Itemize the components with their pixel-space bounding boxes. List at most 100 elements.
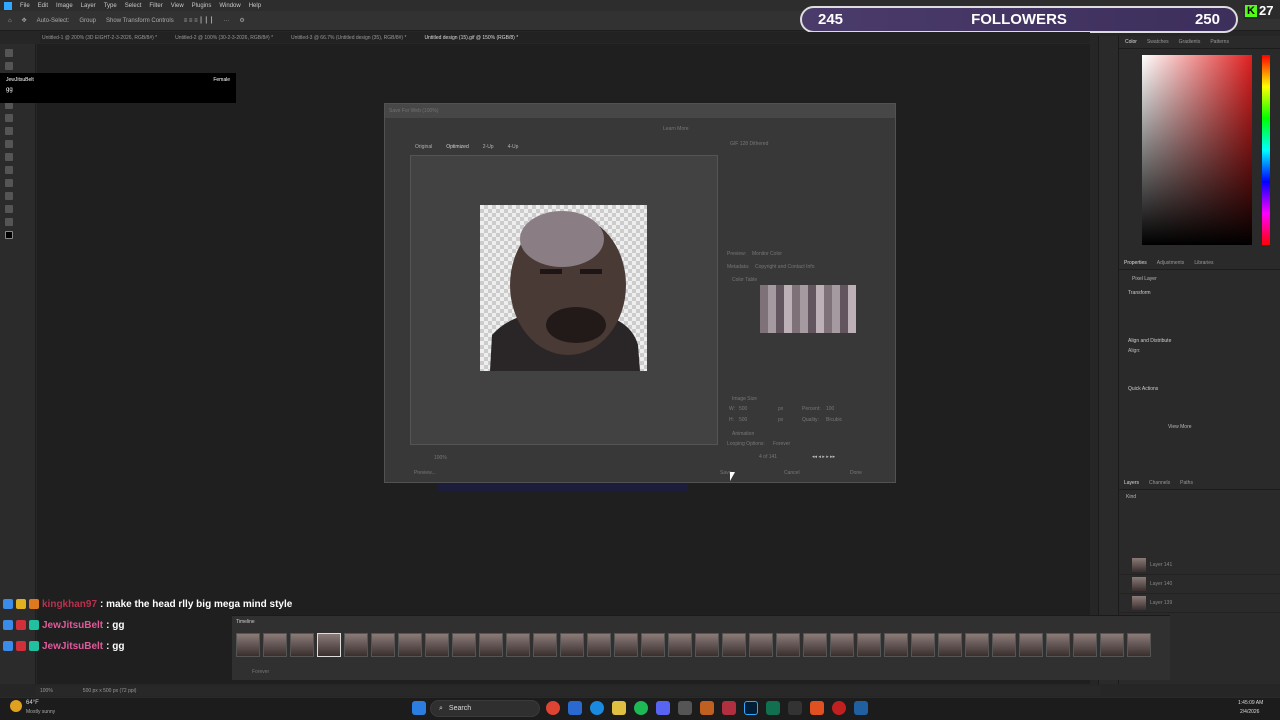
timeline-frame[interactable] bbox=[1046, 633, 1070, 657]
doc-tab[interactable]: Untitled-1 @ 200% (3D EIGHT-2-3-2026, RG… bbox=[42, 35, 157, 41]
tab-color[interactable]: Color bbox=[1125, 39, 1137, 45]
align-section[interactable]: Align and Distribute bbox=[1118, 298, 1280, 346]
eraser-tool-icon[interactable] bbox=[5, 153, 13, 161]
timeline-frame[interactable] bbox=[641, 633, 665, 657]
timeline-frame[interactable] bbox=[857, 633, 881, 657]
timeline-frame[interactable] bbox=[776, 633, 800, 657]
timeline-frame[interactable] bbox=[1073, 633, 1097, 657]
layer-row[interactable]: Layer 140 bbox=[1118, 575, 1280, 594]
explorer-icon[interactable] bbox=[612, 701, 626, 715]
timeline-frame[interactable] bbox=[803, 633, 827, 657]
metadata-dropdown[interactable]: Copyright and Contact Info bbox=[755, 264, 814, 270]
tab-channels[interactable]: Channels bbox=[1149, 480, 1170, 486]
preview-dropdown[interactable]: Monitor Color bbox=[752, 251, 782, 257]
clock-date[interactable]: 2/4/2026 bbox=[1240, 709, 1259, 715]
tab-original[interactable]: Original bbox=[415, 144, 432, 150]
foreground-color-swatch[interactable] bbox=[5, 231, 13, 239]
home-icon[interactable]: ⌂ bbox=[8, 18, 12, 24]
taskbar-search[interactable]: ⌕ Search bbox=[430, 700, 540, 717]
looping-dropdown[interactable]: Forever bbox=[773, 441, 790, 447]
obs-icon[interactable] bbox=[832, 701, 846, 715]
app-icon[interactable] bbox=[700, 701, 714, 715]
edge-icon[interactable] bbox=[590, 701, 604, 715]
status-zoom[interactable]: 100% bbox=[40, 688, 53, 694]
menu-view[interactable]: View bbox=[171, 3, 184, 9]
menu-image[interactable]: Image bbox=[56, 3, 73, 9]
tab-patterns[interactable]: Patterns bbox=[1210, 39, 1229, 45]
photoshop-icon[interactable] bbox=[744, 701, 758, 715]
brush-tool-icon[interactable] bbox=[5, 127, 13, 135]
quick-actions-section[interactable]: Quick Actions bbox=[1118, 356, 1280, 394]
learn-more-link[interactable]: Learn More bbox=[663, 126, 689, 132]
brave-icon[interactable] bbox=[810, 701, 824, 715]
clock-time[interactable]: 1:45:09 AM bbox=[1238, 700, 1263, 706]
timeline-frame[interactable] bbox=[614, 633, 638, 657]
doc-tab-active[interactable]: Untitled design (15).gif @ 150% (RGB/8) … bbox=[424, 35, 518, 41]
timeline-frame[interactable] bbox=[1100, 633, 1124, 657]
hue-slider[interactable] bbox=[1262, 55, 1270, 245]
timeline-frame[interactable] bbox=[398, 633, 422, 657]
timeline-frame[interactable] bbox=[965, 633, 989, 657]
tab-adjustments[interactable]: Adjustments bbox=[1157, 260, 1185, 266]
start-icon[interactable] bbox=[412, 701, 426, 715]
menu-edit[interactable]: Edit bbox=[38, 3, 48, 9]
menu-filter[interactable]: Filter bbox=[149, 3, 162, 9]
terminal-icon[interactable] bbox=[788, 701, 802, 715]
timeline-frame[interactable] bbox=[236, 633, 260, 657]
tab-2up[interactable]: 2-Up bbox=[483, 144, 494, 150]
timeline-frame[interactable] bbox=[506, 633, 530, 657]
timeline-frame[interactable] bbox=[452, 633, 476, 657]
doc-tab[interactable]: Untitled-3 @ 66.7% (Untitled design (35)… bbox=[291, 35, 406, 41]
gear-icon[interactable]: ⚙ bbox=[239, 17, 244, 24]
zoom-level[interactable]: 100% bbox=[434, 455, 447, 461]
timeline-frame[interactable] bbox=[1127, 633, 1151, 657]
stamp-tool-icon[interactable] bbox=[5, 140, 13, 148]
view-more-link[interactable]: View More bbox=[1118, 394, 1280, 432]
height-input[interactable]: 500 bbox=[739, 417, 747, 423]
chrome-icon[interactable] bbox=[546, 701, 560, 715]
timeline-frame[interactable] bbox=[830, 633, 854, 657]
percent-input[interactable]: 100 bbox=[826, 406, 834, 412]
timeline-frame[interactable] bbox=[884, 633, 908, 657]
menu-ps-icon[interactable] bbox=[4, 1, 12, 10]
timeline-frame[interactable] bbox=[317, 633, 341, 657]
timeline-frame[interactable] bbox=[560, 633, 584, 657]
tab-gradients[interactable]: Gradients bbox=[1179, 39, 1201, 45]
weather-icon[interactable] bbox=[10, 700, 22, 712]
menu-type[interactable]: Type bbox=[104, 3, 117, 9]
menu-plugins[interactable]: Plugins bbox=[192, 3, 212, 9]
timeline-frame[interactable] bbox=[695, 633, 719, 657]
menu-file[interactable]: File bbox=[20, 3, 30, 9]
timeline-frame[interactable] bbox=[479, 633, 503, 657]
timeline-frame[interactable] bbox=[992, 633, 1016, 657]
spotify-icon[interactable] bbox=[634, 701, 648, 715]
preview-button[interactable]: Preview... bbox=[414, 470, 436, 476]
timeline-frame[interactable] bbox=[587, 633, 611, 657]
timeline-frame[interactable] bbox=[749, 633, 773, 657]
app-icon[interactable] bbox=[568, 701, 582, 715]
timeline-frame[interactable] bbox=[263, 633, 287, 657]
app-icon[interactable] bbox=[722, 701, 736, 715]
more-icon[interactable]: ··· bbox=[223, 18, 229, 24]
discord-icon[interactable] bbox=[656, 701, 670, 715]
menu-help[interactable]: Help bbox=[249, 3, 261, 9]
show-transform-checkbox[interactable]: Show Transform Controls bbox=[106, 18, 174, 24]
doc-tab[interactable]: Untitled-2 @ 100% (30-2-3-2026, RGB/8#) … bbox=[175, 35, 273, 41]
marquee-tool-icon[interactable] bbox=[5, 62, 13, 70]
tab-layers[interactable]: Layers bbox=[1124, 480, 1139, 486]
timeline-frame[interactable] bbox=[371, 633, 395, 657]
menu-window[interactable]: Window bbox=[219, 3, 240, 9]
tab-paths[interactable]: Paths bbox=[1180, 480, 1193, 486]
timeline-frame[interactable] bbox=[533, 633, 557, 657]
align-icons[interactable]: ≡ ≡ ≡ ┃ ┃ ┃ bbox=[184, 17, 214, 24]
gradient-tool-icon[interactable] bbox=[5, 166, 13, 174]
pen-tool-icon[interactable] bbox=[5, 179, 13, 187]
loop-dropdown[interactable]: Forever bbox=[252, 669, 269, 675]
type-tool-icon[interactable] bbox=[5, 192, 13, 200]
done-button[interactable]: Done bbox=[850, 470, 862, 476]
move-tool-icon[interactable]: ✥ bbox=[22, 17, 27, 24]
layer-row[interactable]: Layer 141 bbox=[1118, 556, 1280, 575]
preset-dropdown[interactable]: GIF 128 Dithered bbox=[730, 141, 768, 147]
app-icon[interactable] bbox=[766, 701, 780, 715]
tab-optimized[interactable]: Optimized bbox=[446, 144, 469, 150]
